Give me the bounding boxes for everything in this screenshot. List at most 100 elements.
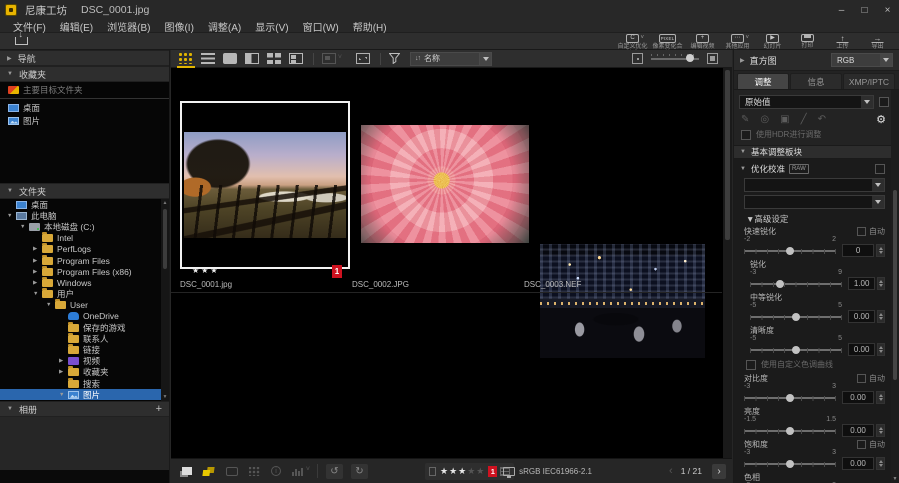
slider-track[interactable]	[744, 247, 836, 255]
tree-item[interactable]: Intel	[0, 233, 169, 244]
import-button[interactable]: 导入	[4, 33, 38, 49]
slider-value[interactable]: 0.00	[848, 310, 875, 323]
info-toggle-icon[interactable]: i	[271, 466, 281, 476]
thumbnail[interactable]	[540, 244, 705, 358]
thumbnail-size-slider[interactable]	[651, 58, 699, 60]
picture-control-header[interactable]: ▼ 优化校准 RAW	[738, 162, 887, 176]
auto-checkbox[interactable]	[857, 374, 866, 383]
tree-expand-arrow[interactable]	[59, 392, 68, 398]
tree-expand-arrow[interactable]	[33, 269, 42, 275]
retouch-brush-icon[interactable]: ✎	[741, 114, 749, 125]
channel-select[interactable]: RGB	[831, 53, 893, 67]
slider-knob[interactable]	[686, 54, 694, 62]
toolbar-button[interactable]: ▶ 幻灯片	[755, 33, 790, 49]
compare-view-icon[interactable]	[322, 53, 336, 64]
filmstrip-toggle-icon[interactable]	[202, 467, 215, 476]
menu-item[interactable]: 浏览器(B)	[100, 19, 157, 34]
label-badge[interactable]: 1	[488, 466, 497, 477]
primary-destination-folder[interactable]: 主要目标文件夹	[0, 82, 169, 97]
slider-value[interactable]: 0.00	[842, 391, 874, 404]
rotate-ccw-button[interactable]: ↺	[326, 464, 343, 479]
preset-checkbox[interactable]	[879, 97, 889, 107]
slider-track[interactable]	[744, 460, 836, 468]
previous-image-button[interactable]: ‹	[669, 465, 673, 477]
filmstrip-view-icon[interactable]	[289, 53, 303, 64]
tree-item[interactable]: PerfLogs	[0, 244, 169, 255]
panel-tab[interactable]: 调整	[737, 73, 789, 89]
toolbar-button[interactable]: ⋯ 其他应用	[720, 33, 755, 49]
thumbnail-rating[interactable]: ★★★	[192, 266, 220, 275]
close-button[interactable]: ×	[876, 0, 899, 20]
slider-knob[interactable]	[776, 280, 784, 288]
rating-stars-empty[interactable]: ★★	[467, 466, 485, 477]
menu-item[interactable]: 窗口(W)	[296, 19, 346, 34]
slider-track[interactable]	[744, 427, 836, 435]
slider-track[interactable]	[750, 313, 842, 321]
panel-tab[interactable]: 信息	[790, 73, 842, 89]
value-stepper[interactable]	[876, 244, 885, 257]
hdr-checkbox[interactable]	[741, 130, 751, 140]
slider-value[interactable]: 0.00	[842, 457, 874, 470]
tree-item[interactable]: 联系人	[0, 333, 169, 344]
clear-rating-icon[interactable]	[429, 467, 436, 476]
slider-knob[interactable]	[786, 427, 794, 435]
tree-item[interactable]: 此电脑	[0, 210, 169, 221]
slider-knob[interactable]	[786, 394, 794, 402]
compare-toggle-icon[interactable]	[226, 467, 238, 476]
slider-value[interactable]: 0.00	[842, 424, 874, 437]
tree-expand-arrow[interactable]	[20, 224, 29, 230]
next-image-button[interactable]: ›	[712, 464, 726, 479]
nav-section-header[interactable]: ▶ 导航	[0, 50, 169, 66]
toolbar-button[interactable]: → 导出	[860, 33, 895, 49]
auto-checkbox[interactable]	[857, 440, 866, 449]
large-thumbnail-icon[interactable]	[707, 53, 718, 64]
tree-expand-arrow[interactable]	[59, 369, 68, 375]
slider-knob[interactable]	[786, 460, 794, 468]
settings-gear-icon[interactable]: ⚙	[876, 113, 886, 126]
toolbar-button[interactable]: + 编辑视频	[685, 33, 720, 49]
value-stepper[interactable]	[876, 424, 885, 437]
advanced-settings-header[interactable]: ▼ 高级设定	[738, 212, 887, 225]
color-point-icon[interactable]: ◎	[760, 114, 769, 125]
albums-section-header[interactable]: ▼ 相册 +	[0, 401, 169, 417]
thumbnail[interactable]	[361, 125, 529, 243]
value-stepper[interactable]	[876, 391, 885, 404]
image-and-info-view-icon[interactable]	[245, 53, 259, 64]
slider-value[interactable]: 0.00	[848, 343, 875, 356]
slider-knob[interactable]	[792, 346, 800, 354]
crop-icon[interactable]: ▣	[780, 114, 789, 125]
grid-toggle-icon[interactable]	[249, 467, 260, 476]
tree-expand-arrow[interactable]	[46, 302, 55, 308]
tree-item[interactable]: 图片	[0, 389, 169, 400]
histogram-header[interactable]: ▶ 直方图 RGB	[734, 50, 899, 71]
tree-item[interactable]: 本地磁盘 (C:)	[0, 221, 169, 232]
folders-section-header[interactable]: ▼ 文件夹	[0, 183, 169, 199]
thumbnail-selected[interactable]	[180, 101, 350, 269]
basic-adjustments-section[interactable]: ▼ 基本调整板块	[734, 145, 891, 159]
tree-expand-arrow[interactable]	[33, 291, 42, 297]
value-stepper[interactable]	[876, 457, 885, 470]
tree-item[interactable]: 用户	[0, 289, 169, 300]
scrollbar-thumb[interactable]	[893, 190, 897, 380]
tree-item[interactable]: 链接	[0, 344, 169, 355]
histogram-toggle-icon[interactable]	[292, 467, 303, 476]
scrollbar-thumb[interactable]	[163, 209, 167, 269]
tree-item[interactable]: Program Files	[0, 255, 169, 266]
picture-control-select[interactable]	[744, 178, 885, 192]
tree-item[interactable]: 视频	[0, 356, 169, 367]
tree-item[interactable]: 搜索	[0, 378, 169, 389]
slider-knob[interactable]	[792, 313, 800, 321]
value-stepper[interactable]	[877, 343, 885, 356]
favorite-item[interactable]: 图片	[0, 114, 169, 127]
scroll-up-icon[interactable]: ▲	[163, 199, 168, 207]
panel-scrollbar[interactable]: ▼	[891, 90, 899, 483]
grid-view-icon[interactable]	[179, 53, 193, 64]
tree-expand-arrow[interactable]	[33, 280, 42, 286]
scroll-down-icon[interactable]: ▼	[163, 393, 168, 401]
value-stepper[interactable]	[877, 310, 885, 323]
custom-curve-checkbox[interactable]	[746, 360, 756, 370]
slider-track[interactable]	[744, 394, 836, 402]
minimize-button[interactable]: –	[830, 0, 853, 20]
slider-track[interactable]	[750, 346, 842, 354]
tree-item[interactable]: 收藏夹	[0, 367, 169, 378]
